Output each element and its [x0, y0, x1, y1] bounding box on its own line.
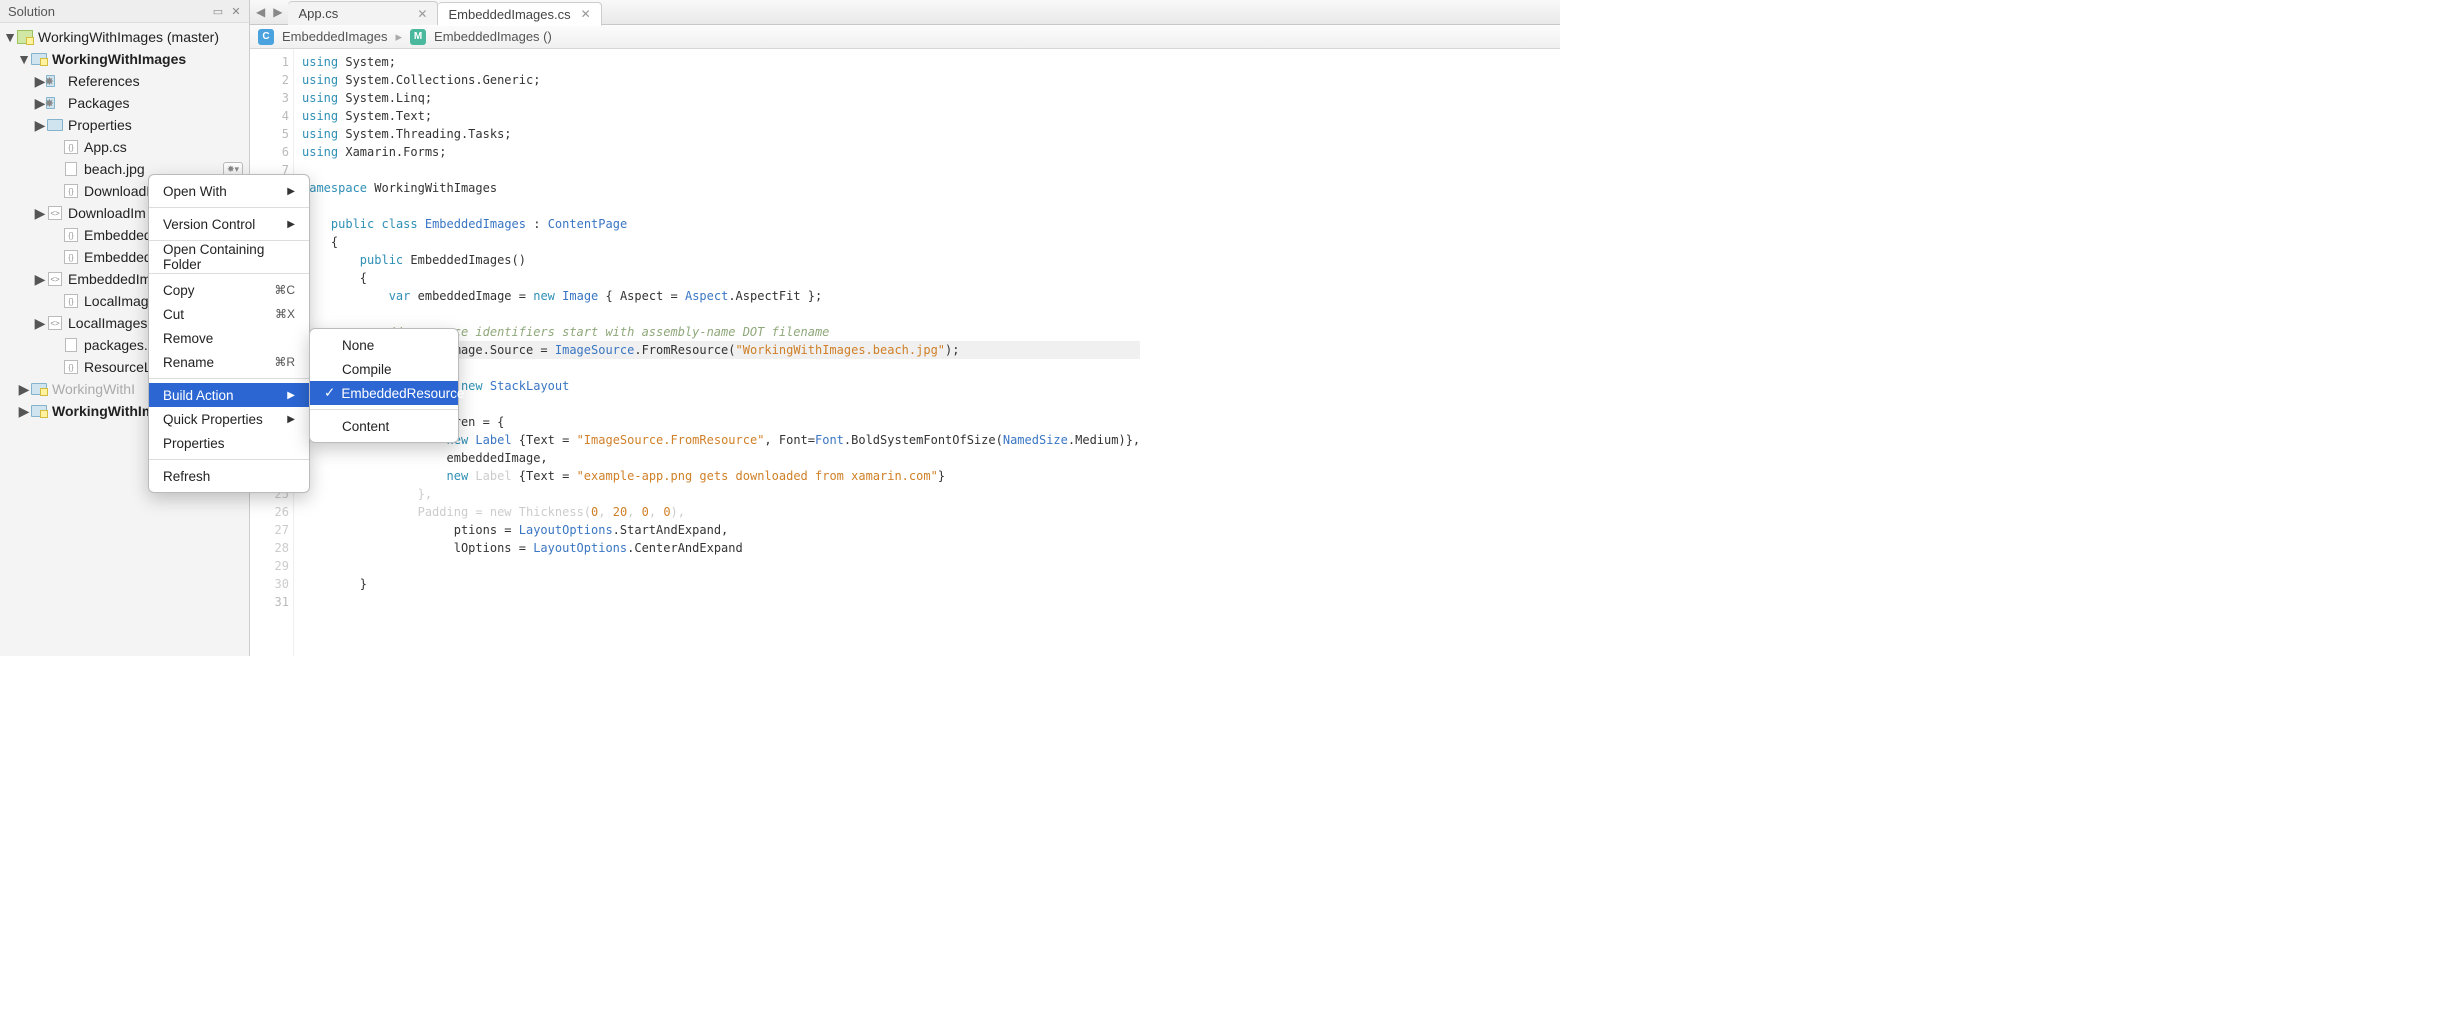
chevron-right-icon: ▶	[287, 414, 295, 425]
menu-separator	[149, 240, 309, 241]
tree-solution-root[interactable]: ▼ WorkingWithImages (master)	[0, 26, 249, 48]
solution-icon	[17, 30, 33, 44]
submenu-embedded-resource[interactable]: ✓EmbeddedResource	[310, 381, 458, 405]
xaml-file-icon: <>	[48, 316, 62, 330]
context-menu: Open With▶ Version Control▶ Open Contain…	[148, 174, 310, 493]
tree-label: WorkingWithI	[52, 381, 135, 397]
panel-dock-icon[interactable]: ▭	[211, 4, 225, 18]
menu-refresh[interactable]: Refresh	[149, 464, 309, 488]
tab-appcs[interactable]: App.cs ✕	[288, 1, 438, 25]
gear-icon: ✸▾	[227, 164, 239, 175]
chevron-right-icon: ▶	[287, 219, 295, 230]
chevron-right-icon: ▸	[396, 29, 403, 45]
class-badge-icon: C	[258, 29, 274, 45]
chevron-right-icon: ▶	[287, 186, 295, 197]
menu-properties[interactable]: Properties	[149, 431, 309, 455]
tree-label: WorkingWithImages (master)	[38, 29, 219, 45]
xaml-file-icon: <>	[48, 272, 62, 286]
menu-quick-properties[interactable]: Quick Properties▶	[149, 407, 309, 431]
menu-open-with[interactable]: Open With▶	[149, 179, 309, 203]
tab-label: App.cs	[298, 6, 338, 21]
chevron-right-icon[interactable]: ▶	[18, 403, 30, 420]
tree-label: Packages	[68, 95, 129, 111]
breadcrumb-class[interactable]: EmbeddedImages	[282, 29, 388, 44]
chevron-right-icon[interactable]: ▶	[18, 381, 30, 398]
menu-rename[interactable]: Rename⌘R	[149, 350, 309, 374]
csharp-file-icon: {}	[64, 294, 78, 308]
tree-label: beach.jpg	[84, 161, 145, 177]
gear-icon: ✸	[45, 97, 54, 110]
submenu-content[interactable]: Content	[310, 414, 458, 438]
tree-label: WorkingWithImages	[52, 51, 186, 67]
tab-label: EmbeddedImages.cs	[448, 7, 570, 22]
csharp-file-icon: {}	[64, 228, 78, 242]
chevron-down-icon[interactable]: ▼	[18, 51, 30, 67]
folder-icon	[47, 119, 63, 131]
menu-version-control[interactable]: Version Control▶	[149, 212, 309, 236]
tree-label: EmbeddedIm	[68, 271, 151, 287]
tree-references[interactable]: ▶ ✸ References	[0, 70, 249, 92]
csharp-file-icon: {}	[64, 140, 78, 154]
tree-label: Properties	[68, 117, 132, 133]
file-icon	[65, 162, 77, 176]
csharp-file-icon: {}	[64, 360, 78, 374]
csharp-file-icon: {}	[64, 184, 78, 198]
gear-icon: ✸	[45, 75, 54, 88]
menu-open-containing[interactable]: Open Containing Folder	[149, 245, 309, 269]
nav-forward-icon[interactable]: ▶	[273, 5, 282, 19]
panel-header: Solution ▭ ✕	[0, 0, 249, 23]
menu-separator	[149, 459, 309, 460]
tree-properties-folder[interactable]: ▶ Properties	[0, 114, 249, 136]
submenu-none[interactable]: None	[310, 333, 458, 357]
submenu-compile[interactable]: Compile	[310, 357, 458, 381]
project-icon	[31, 383, 47, 395]
check-icon: ✓	[324, 385, 335, 401]
tab-embeddedimages[interactable]: EmbeddedImages.cs ✕	[438, 2, 601, 26]
nav-back-icon[interactable]: ◀	[256, 5, 265, 19]
project-icon	[31, 53, 47, 65]
close-icon[interactable]: ✕	[581, 7, 591, 21]
panel-close-icon[interactable]: ✕	[229, 4, 243, 18]
tree-label: DownloadIm	[68, 205, 146, 221]
tree-packages[interactable]: ▶ ✸ Packages	[0, 92, 249, 114]
panel-title: Solution	[8, 4, 55, 19]
chevron-right-icon[interactable]: ▶	[34, 117, 46, 134]
menu-separator	[149, 378, 309, 379]
menu-separator	[149, 207, 309, 208]
chevron-right-icon[interactable]: ▶	[34, 315, 46, 332]
menu-separator	[310, 409, 458, 410]
chevron-right-icon[interactable]: ▶	[34, 271, 46, 288]
close-icon[interactable]: ✕	[417, 7, 427, 21]
breadcrumb-method[interactable]: EmbeddedImages ()	[434, 29, 552, 44]
tab-bar: ◀ ▶ App.cs ✕ EmbeddedImages.cs ✕	[250, 0, 1560, 25]
tree-file-appcs[interactable]: {} App.cs	[0, 136, 249, 158]
tree-label: LocalImages	[68, 315, 147, 331]
file-icon	[65, 338, 77, 352]
menu-copy[interactable]: Copy⌘C	[149, 278, 309, 302]
xaml-file-icon: <>	[48, 206, 62, 220]
breadcrumb: C EmbeddedImages ▸ M EmbeddedImages ()	[250, 25, 1560, 49]
menu-separator	[149, 273, 309, 274]
build-action-submenu: None Compile ✓EmbeddedResource Content	[309, 328, 459, 443]
menu-cut[interactable]: Cut⌘X	[149, 302, 309, 326]
tree-label: References	[68, 73, 140, 89]
menu-remove[interactable]: Remove	[149, 326, 309, 350]
tree-project[interactable]: ▼ WorkingWithImages	[0, 48, 249, 70]
menu-build-action[interactable]: Build Action▶	[149, 383, 309, 407]
chevron-right-icon: ▶	[287, 390, 295, 401]
method-badge-icon: M	[410, 29, 426, 45]
chevron-right-icon[interactable]: ▶	[34, 205, 46, 222]
chevron-down-icon[interactable]: ▼	[4, 29, 16, 45]
csharp-file-icon: {}	[64, 250, 78, 264]
tree-label: App.cs	[84, 139, 127, 155]
project-icon	[31, 405, 47, 417]
